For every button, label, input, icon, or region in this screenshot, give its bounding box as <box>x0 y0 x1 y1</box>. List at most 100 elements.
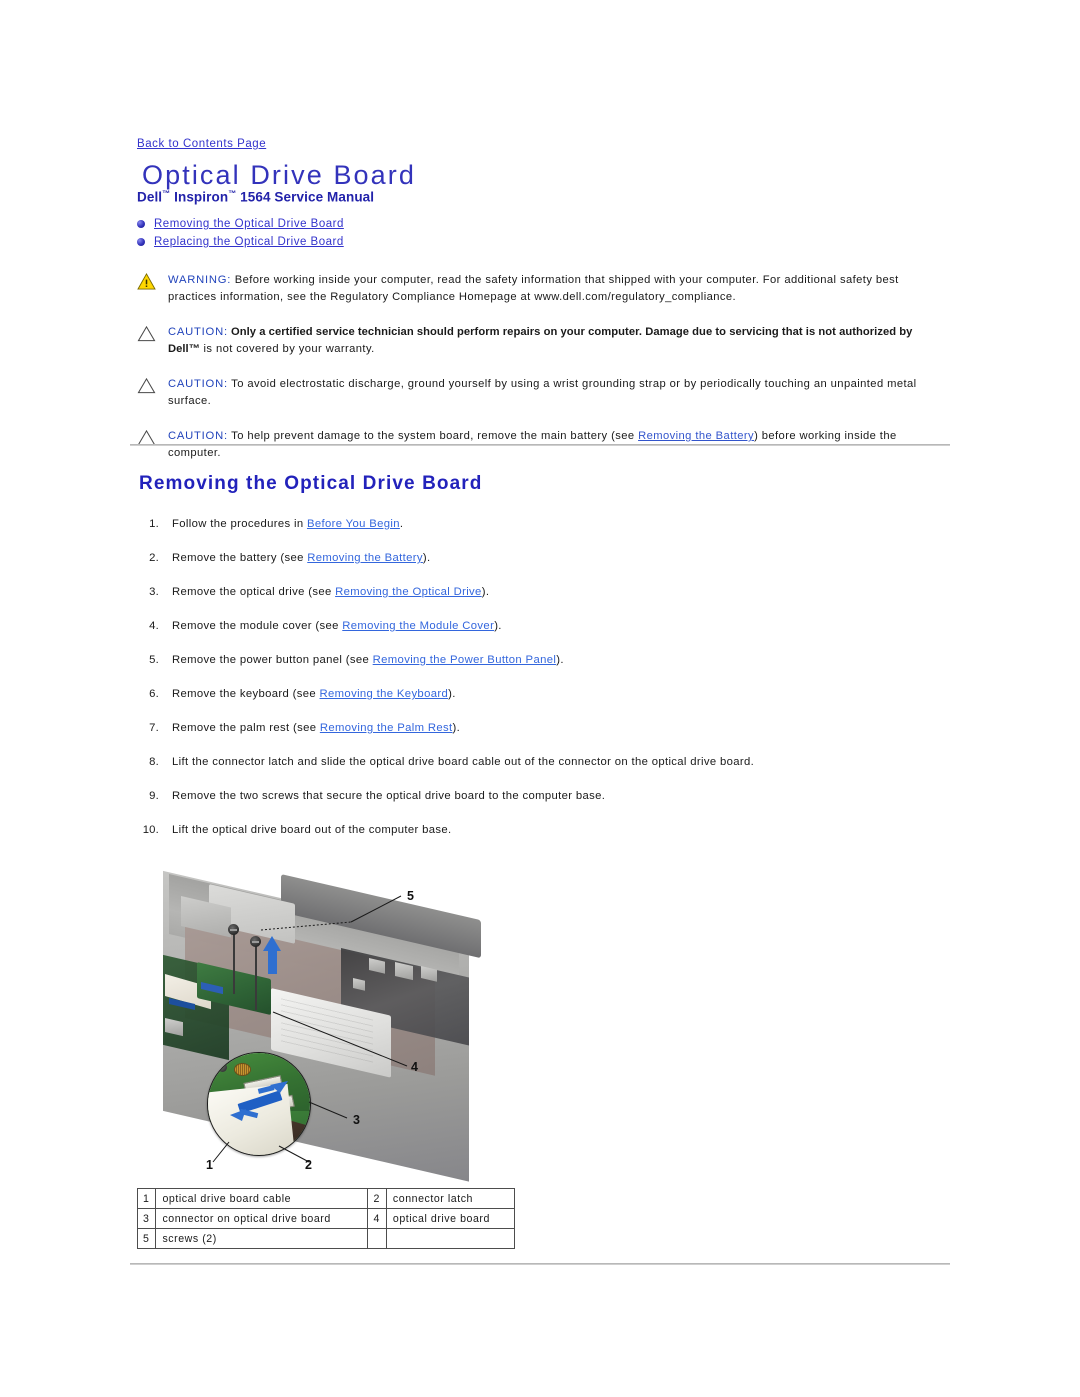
step-link[interactable]: Before You Begin <box>307 518 400 530</box>
page-title: Optical Drive Board <box>142 160 416 190</box>
step-8: 8. Lift the connector latch and slide the… <box>137 755 927 771</box>
figure-photo <box>163 870 491 1182</box>
optical-drive-board-figure: 5 4 3 1 2 <box>163 870 491 1182</box>
notice-caution-body: is not covered by your warranty. <box>199 342 375 355</box>
screw-1 <box>228 924 239 935</box>
step-text-pre: Remove the keyboard (see <box>172 688 320 700</box>
lift-arrow-stem <box>268 950 277 974</box>
divider-bottom <box>130 1263 950 1265</box>
notice-warning-text: WARNING: Before working inside your comp… <box>168 272 937 305</box>
topic-item-replacing[interactable]: Replacing the Optical Drive Board <box>137 235 344 249</box>
topic-list: Removing the Optical Drive Board Replaci… <box>137 217 344 253</box>
step-number: 3. <box>149 586 159 598</box>
step-text-pre: Remove the palm rest (see <box>172 722 320 734</box>
notice-caution-lead-2: CAUTION: <box>168 378 228 390</box>
step-link[interactable]: Removing the Palm Rest <box>320 722 453 734</box>
step-text-pre: Lift the connector latch and slide the o… <box>172 756 755 768</box>
step-text-pre: Remove the power button panel (see <box>172 654 373 666</box>
subtitle-model-post: 1564 Service Manual <box>236 189 375 205</box>
notice-caution-lead: CAUTION: <box>168 326 228 338</box>
callout-1: 1 <box>206 1158 213 1172</box>
legend-key-empty <box>367 1228 387 1249</box>
step-1: 1. Follow the procedures in Before You Be… <box>137 517 927 533</box>
step-link[interactable]: Removing the Keyboard <box>320 688 449 700</box>
notices-block: WARNING: Before working inside your comp… <box>137 272 937 480</box>
step-text-pre: Remove the module cover (see <box>172 620 343 632</box>
step-link[interactable]: Removing the Module Cover <box>342 620 494 632</box>
step-3: 3. Remove the optical drive (see Removing… <box>137 585 927 601</box>
subtitle-brand: Dell <box>137 189 163 205</box>
back-to-contents-link[interactable]: Back to Contents Page <box>137 138 266 150</box>
step-number: 4. <box>149 620 159 632</box>
step-number: 6. <box>149 688 159 700</box>
step-text-post: ). <box>448 688 456 700</box>
topic-item-removing[interactable]: Removing the Optical Drive Board <box>137 217 344 231</box>
divider-top <box>130 444 950 446</box>
caution-triangle-icon <box>137 377 156 394</box>
step-text-post: ). <box>494 620 502 632</box>
step-link[interactable]: Removing the Power Button Panel <box>373 654 557 666</box>
procedure-steps: 1. Follow the procedures in Before You Be… <box>137 517 927 857</box>
legend-value-2: connector latch <box>385 1188 515 1209</box>
legend-key-3: 3 <box>136 1208 157 1229</box>
callout-2: 2 <box>305 1158 312 1172</box>
step-link[interactable]: Removing the Optical Drive <box>335 586 482 598</box>
notice-caution-esd-text: CAUTION: To avoid electrostatic discharg… <box>168 376 937 409</box>
table-row: 5 screws (2) <box>136 1228 515 1249</box>
step-number: 1. <box>149 518 159 530</box>
step-number: 7. <box>149 722 159 734</box>
screw-stem-1 <box>233 934 235 994</box>
notice-warning: WARNING: Before working inside your comp… <box>137 272 937 305</box>
lift-arrow-icon <box>263 936 281 951</box>
step-4: 4. Remove the module cover (see Removing … <box>137 619 927 635</box>
legend-key-5: 5 <box>136 1228 157 1249</box>
bullet-icon <box>137 220 145 228</box>
notice-caution-body-pre: To help prevent damage to the system boa… <box>227 430 639 442</box>
step-text-pre: Remove the battery (see <box>172 552 308 564</box>
page-subtitle: Dell™ Inspiron™ 1564 Service Manual <box>137 189 374 205</box>
notice-caution-esd: CAUTION: To avoid electrostatic discharg… <box>137 376 937 409</box>
figure-legend-table: 1 optical drive board cable 2 connector … <box>136 1188 515 1249</box>
legend-value-empty <box>385 1228 515 1249</box>
legend-key-4: 4 <box>367 1208 387 1229</box>
callout-5: 5 <box>407 889 414 903</box>
table-row: 1 optical drive board cable 2 connector … <box>136 1188 515 1209</box>
notice-warning-body: Before working inside your computer, rea… <box>168 274 899 303</box>
step-number: 9. <box>149 790 159 802</box>
table-row: 3 connector on optical drive board 4 opt… <box>136 1208 515 1229</box>
notice-caution-technician-text: CAUTION: Only a certified service techni… <box>168 324 937 357</box>
step-text-post: . <box>399 518 404 530</box>
step-9: 9. Remove the two screws that secure the … <box>137 789 927 805</box>
step-link[interactable]: Removing the Battery <box>307 552 423 564</box>
topic-link-replacing[interactable]: Replacing the Optical Drive Board <box>154 236 344 248</box>
notice-caution-lead-3: CAUTION: <box>168 430 228 442</box>
notice-warning-lead: WARNING: <box>168 274 232 286</box>
step-text-post: ). <box>452 722 461 734</box>
step-5: 5. Remove the power button panel (see Rem… <box>137 653 927 669</box>
screw-2 <box>250 936 261 947</box>
step-number: 2. <box>149 552 159 564</box>
notice-caution-technician: CAUTION: Only a certified service techni… <box>137 324 937 357</box>
step-number: 8. <box>149 756 159 768</box>
legend-value-1: optical drive board cable <box>155 1188 369 1209</box>
service-manual-page: Back to Contents Page Optical Drive Boar… <box>0 0 1080 1397</box>
bullet-icon <box>137 238 145 246</box>
step-text-post: ). <box>556 654 564 666</box>
step-text-pre: Remove the two screws that secure the op… <box>172 790 606 802</box>
step-text-pre: Remove the optical drive (see <box>172 586 336 598</box>
notice-caution-body-2: To avoid electrostatic discharge, ground… <box>168 378 917 407</box>
warning-triangle-icon <box>137 273 156 290</box>
inset-direction-arrows <box>230 1081 288 1121</box>
removing-the-battery-link[interactable]: Removing the Battery <box>638 430 754 442</box>
legend-value-5: screws (2) <box>155 1228 369 1249</box>
caution-triangle-icon <box>137 325 156 342</box>
topic-link-removing[interactable]: Removing the Optical Drive Board <box>154 218 344 230</box>
magnified-detail-inset <box>207 1052 311 1156</box>
step-6: 6. Remove the keyboard (see Removing the … <box>137 687 927 703</box>
legend-value-4: optical drive board <box>385 1208 515 1229</box>
step-10: 10. Lift the optical drive board out of t… <box>137 823 927 839</box>
legend-value-3: connector on optical drive board <box>155 1208 369 1229</box>
callout-3: 3 <box>353 1113 360 1127</box>
legend-key-2: 2 <box>367 1188 387 1209</box>
chassis-notch <box>241 870 267 888</box>
